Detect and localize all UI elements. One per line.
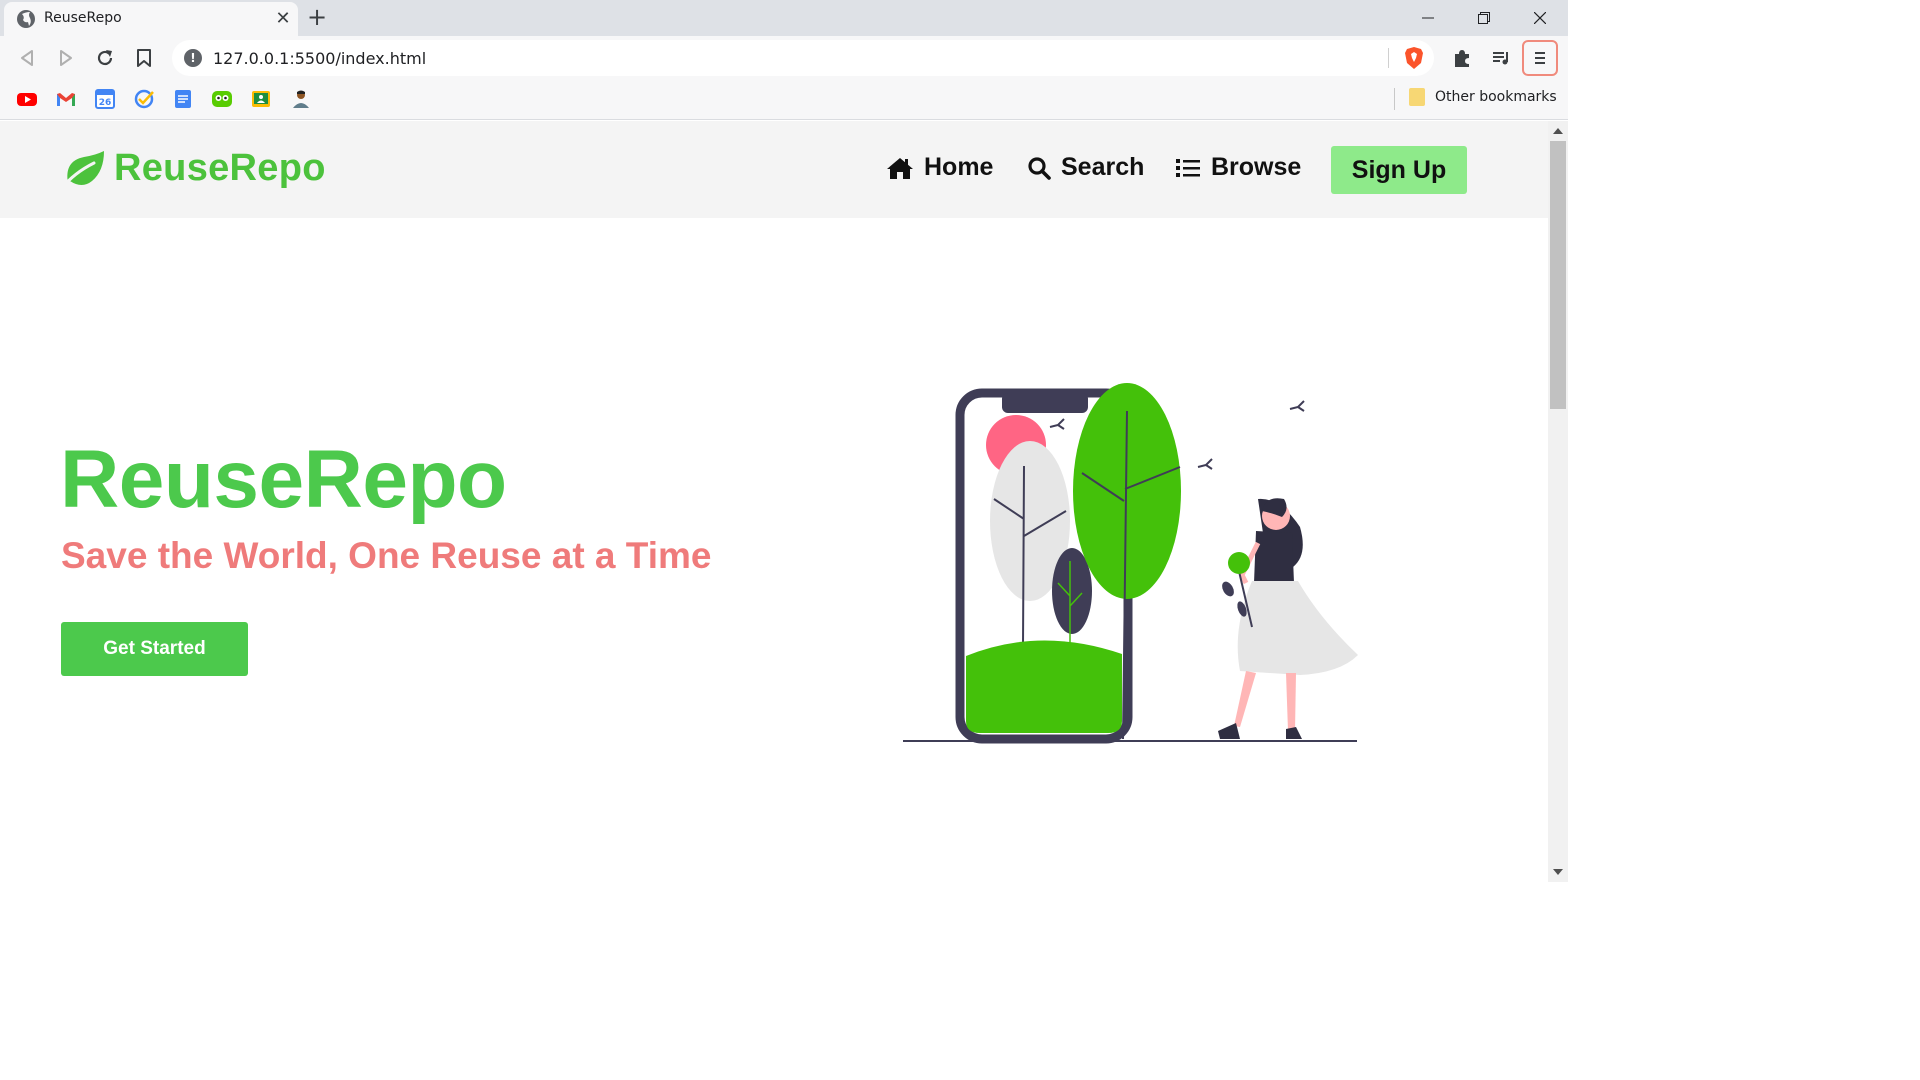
leaf-icon (60, 150, 104, 189)
close-window-button[interactable] (1512, 0, 1568, 36)
scroll-up-arrow-icon[interactable] (1553, 128, 1563, 134)
google-classroom-icon[interactable] (250, 88, 272, 110)
bookmark-button[interactable] (132, 46, 156, 70)
extensions-button[interactable] (1450, 46, 1474, 70)
media-control-button[interactable] (1489, 46, 1513, 70)
nav-home-label: Home (924, 153, 994, 181)
bird-3 (1289, 400, 1305, 412)
nav-browse-link[interactable]: Browse (1175, 153, 1301, 182)
url-text[interactable]: 127.0.0.1:5500/index.html (213, 49, 426, 68)
brave-shield-icon[interactable] (1402, 46, 1426, 70)
green-hill (966, 640, 1122, 733)
tab-strip: ReuseRepo ✕ + (0, 0, 1568, 36)
minimize-button[interactable] (1400, 0, 1456, 36)
google-tasks-icon[interactable] (133, 88, 155, 110)
hero-subtitle: Save the World, One Reuse at a Time (61, 535, 712, 576)
scroll-down-arrow-icon[interactable] (1553, 869, 1563, 875)
folder-icon (1409, 88, 1425, 106)
youtube-icon[interactable] (16, 88, 38, 110)
back-arrow-icon (21, 50, 33, 66)
list-icon (1176, 158, 1200, 177)
forward-arrow-icon (60, 50, 72, 66)
close-icon (1534, 12, 1546, 24)
google-calendar-icon[interactable]: 26 (94, 88, 116, 110)
page-viewport: ReuseRepo Home Search Browse Sign Up Reu… (0, 121, 1548, 882)
other-bookmarks-label: Other bookmarks (1435, 89, 1557, 105)
scrollbar-thumb[interactable] (1550, 141, 1566, 409)
reload-button[interactable] (93, 46, 117, 70)
browser-toolbar: ! 127.0.0.1:5500/index.html (0, 36, 1568, 80)
omnibox-divider (1388, 48, 1389, 68)
active-tab[interactable]: ReuseRepo ✕ (4, 2, 298, 36)
new-tab-button[interactable]: + (304, 5, 330, 31)
bookmarks-bar: 26 Other bookmarks (0, 80, 1568, 120)
signup-button[interactable]: Sign Up (1331, 146, 1467, 194)
svg-text:26: 26 (99, 98, 112, 108)
profile-avatar-icon[interactable] (290, 88, 312, 110)
minimize-icon (1422, 17, 1434, 19)
globe-icon (17, 10, 35, 28)
reload-icon (97, 50, 113, 66)
hero-illustration (903, 383, 1358, 744)
get-started-button[interactable]: Get Started (61, 622, 248, 676)
nav-home-link[interactable]: Home (886, 153, 993, 182)
site-info-icon[interactable]: ! (184, 49, 202, 67)
restore-button[interactable] (1456, 0, 1512, 36)
hero-title: ReuseRepo (60, 434, 507, 525)
search-icon (1028, 156, 1051, 180)
page-scrollbar[interactable] (1548, 121, 1568, 882)
nav-search-label: Search (1061, 153, 1145, 181)
bookmarks-divider (1394, 88, 1395, 110)
gmail-icon[interactable] (55, 88, 77, 110)
phone-notch (1002, 393, 1088, 413)
close-tab-icon[interactable]: ✕ (272, 8, 294, 30)
duolingo-icon[interactable] (211, 88, 233, 110)
puzzle-icon (1455, 50, 1469, 67)
bird-2 (1197, 458, 1213, 470)
google-docs-icon[interactable] (172, 88, 194, 110)
nav-search-link[interactable]: Search (1027, 153, 1144, 182)
nav-browse-label: Browse (1211, 153, 1302, 181)
woman-figure (1218, 498, 1358, 739)
bookmark-icon (137, 49, 151, 67)
restore-icon (1478, 12, 1490, 24)
home-icon (887, 157, 913, 179)
tab-title: ReuseRepo (44, 10, 122, 26)
address-bar[interactable]: ! 127.0.0.1:5500/index.html (172, 40, 1434, 76)
forward-button[interactable] (54, 46, 78, 70)
brand-name: ReuseRepo (114, 147, 326, 189)
hamburger-icon (1535, 52, 1545, 64)
browser-menu-button[interactable] (1522, 40, 1558, 76)
playlist-icon (1493, 52, 1508, 65)
site-navbar: ReuseRepo Home Search Browse Sign Up (0, 121, 1548, 218)
other-bookmarks-folder[interactable]: Other bookmarks (1409, 88, 1557, 106)
back-button[interactable] (15, 46, 39, 70)
brand-logo-link[interactable]: ReuseRepo (60, 147, 326, 190)
